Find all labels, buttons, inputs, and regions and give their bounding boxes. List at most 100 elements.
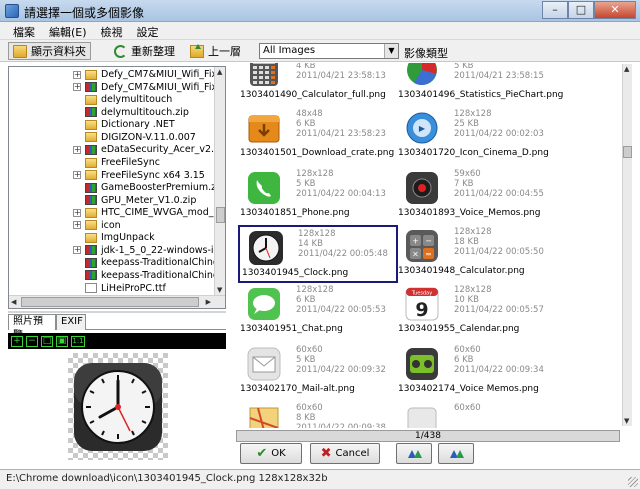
thumbnail-item[interactable]: 60x60 5 KB 2011/04/22 00:09:32 1303402170_M… (238, 343, 398, 401)
thumbnail-item[interactable]: 48x485 KB2011/04/21 23:58:151303401496_S… (396, 63, 563, 107)
zoom-out-icon[interactable]: − (26, 335, 38, 347)
show-folders-button[interactable]: 顯示資料夾 (8, 42, 91, 60)
tree-item[interactable]: ImgUnpack (9, 231, 215, 244)
thumbnail-item[interactable]: 60x60 8 KB 2011/04/22 00:09:38 (238, 401, 398, 428)
thumbnail-item[interactable]: Tuesday 9 128x128 10 KB 2011/04/22 00:05:57 1… (396, 283, 556, 341)
thumbnail-file-size: 4 KB (296, 63, 316, 71)
ok-button[interactable]: ✔ OK (240, 443, 302, 464)
expand-plus-icon[interactable]: + (73, 208, 81, 217)
tree-item[interactable]: keepass-TraditionalChinese-1 (9, 256, 225, 269)
expand-plus-icon[interactable]: + (73, 145, 81, 154)
prev-image-button[interactable] (396, 443, 432, 464)
expand-plus-icon[interactable]: + (73, 246, 81, 255)
minimize-button[interactable]: – (542, 1, 568, 19)
tree-horizontal-thumb[interactable] (21, 297, 199, 307)
thumbnail-item[interactable]: + − × = 128x128 18 KB 2011/04/22 00:05:50 13034… (396, 225, 556, 283)
menu-view[interactable]: 檢視 (94, 22, 130, 39)
scroll-up-arrow-icon[interactable]: ▲ (217, 68, 222, 76)
scroll-left-arrow-icon[interactable]: ◀ (11, 298, 16, 306)
scroll-down-arrow-icon[interactable]: ▼ (217, 286, 222, 294)
up-level-button[interactable]: 上一層 (186, 42, 245, 60)
app-icon (5, 4, 19, 18)
file-icon (85, 283, 97, 294)
thumbnail-item[interactable]: 48x48 6 KB 2011/04/21 23:58:23 1303401501_D… (238, 107, 398, 165)
tree-item[interactable]: GPU_Meter_V1.0.zip (9, 194, 215, 207)
calculator-icon: + − × = (402, 228, 442, 264)
tree-vertical-scrollbar[interactable]: ▲ ▼ (214, 67, 225, 295)
zoom-in-icon[interactable]: + (11, 335, 23, 347)
menu-file[interactable]: 檔案 (6, 22, 42, 39)
thumbnail-dimensions: 60x60 (454, 345, 481, 355)
resize-grip-icon[interactable] (628, 477, 638, 487)
thumbnail-item[interactable]: 60x60 6 KB 2011/04/22 00:09:34 1303402174_V… (396, 343, 556, 401)
tab-exif[interactable]: EXIF (56, 314, 86, 330)
tree-horizontal-scrollbar[interactable]: ◀ ▶ (9, 295, 225, 308)
thumbnail-item[interactable]: 59x60 7 KB 2011/04/22 00:04:55 1303401893_V… (396, 167, 556, 225)
fit-image-icon[interactable]: ▣ (56, 335, 68, 347)
tree-item[interactable]: DIGIZON-V.11.0.007 (9, 131, 215, 144)
thumbnail-item[interactable]: 128x128 5 KB 2011/04/22 00:04:13 1303401851… (238, 167, 398, 225)
tree-item-label: LiHeiProPC.ttf (101, 282, 166, 294)
tree-item[interactable]: LiHeiProPC.ttf (9, 281, 215, 294)
tree-item[interactable]: + HTC_CIME_WVGA_mod_v3-2 (9, 206, 225, 219)
thumbnail-item[interactable]: 48x484 KB2011/04/21 23:58:131303401490_C… (238, 63, 398, 107)
tree-item[interactable]: FreeFileSync (9, 156, 215, 169)
expand-plus-icon[interactable]: + (73, 171, 81, 180)
tree-item-label: icon (101, 219, 121, 231)
gallery-scroll-down-icon[interactable]: ▼ (624, 417, 629, 425)
thumbnail-item[interactable]: ▶ 128x128 25 KB 2011/04/22 00:02:03 13034017… (396, 107, 556, 165)
thumbnail-gallery[interactable]: 48x48 4 KB2011/04/21 23:58:13 1303401490_C… (236, 63, 632, 428)
expand-plus-icon[interactable]: + (73, 70, 81, 79)
tree-item[interactable]: + Defy_CM7&MIUI_Wifi_Fix (9, 68, 217, 81)
tree-item[interactable]: delymultitouch (9, 93, 215, 106)
svg-text:=: = (425, 250, 432, 259)
image-type-select[interactable]: All Images ▼ (259, 43, 399, 59)
maximize-button[interactable]: □ (568, 1, 594, 19)
tree-item[interactable]: GameBoosterPremium.zip (9, 181, 225, 194)
tree-item-label: jdk-1_5_0_22-windows-i586-p (101, 244, 225, 256)
cancel-button[interactable]: ✖ Cancel (310, 443, 380, 464)
folder-icon (13, 44, 27, 58)
expand-plus-icon[interactable]: + (73, 83, 81, 92)
chevron-down-icon[interactable]: ▼ (384, 44, 398, 58)
thumbnail-item[interactable]: 128x128 6 KB 2011/04/22 00:05:53 1303401951… (238, 283, 398, 341)
tree-item[interactable]: + eDataSecurity_Acer_v2.8_436 (9, 143, 225, 156)
svg-text:9: 9 (415, 299, 428, 321)
archive-icon (85, 107, 97, 118)
thumbnail-item[interactable]: 60x60 (396, 401, 556, 428)
menu-bar: 檔案 編輯(E) 檢視 設定 (0, 22, 640, 40)
dialog-buttons: ✔ OK ✖ Cancel (236, 443, 632, 465)
tab-photo-preview[interactable]: 照片預覽 (8, 314, 56, 341)
close-button[interactable]: ✕ (594, 1, 636, 19)
tree-item[interactable]: Dictionary .NET (9, 118, 215, 131)
tree-item[interactable]: + FreeFileSync x64 3.15 (9, 168, 215, 181)
expand-plus-icon[interactable]: + (73, 221, 81, 230)
refresh-button[interactable]: 重新整理 (110, 42, 179, 60)
thumbnail-dimensions: 60x60 (454, 403, 481, 413)
tree-item[interactable]: + icon (9, 219, 215, 232)
tree-item[interactable]: delymultitouch.zip (9, 106, 215, 119)
tree-item-label: GPU_Meter_V1.0.zip (101, 194, 197, 206)
tree-item-label: GameBoosterPremium.zip (101, 182, 225, 194)
fit-window-icon[interactable]: □ (41, 335, 53, 347)
gallery-scroll-thumb[interactable] (623, 146, 632, 158)
thumbnail-file-size: 6 KB (296, 295, 316, 305)
folder-tree[interactable]: + Defy_CM7&MIUI_Wifi_Fix + Defy_CM7&MIUI_Wi… (8, 66, 226, 309)
menu-settings[interactable]: 設定 (130, 22, 166, 39)
thumbnail-item[interactable]: 128x128 14 KB 2011/04/22 00:05:48 130340194… (238, 225, 398, 283)
tree-item[interactable]: + Defy_CM7&MIUI_Wifi_Fix.zip (9, 81, 225, 94)
scroll-right-arrow-icon[interactable]: ▶ (206, 298, 211, 306)
svg-text:Tuesday: Tuesday (411, 291, 432, 297)
thumbnail-dimensions: 59x60 (454, 169, 481, 179)
svg-text:+: + (412, 237, 419, 246)
status-bar: E:\Chrome download\icon\1303401945_Clock… (0, 469, 640, 489)
actual-size-icon[interactable]: 1:1 (71, 335, 85, 347)
gallery-vertical-scrollbar[interactable]: ▲ ▼ (622, 64, 632, 426)
next-image-button[interactable] (438, 443, 474, 464)
pane-splitter[interactable] (8, 311, 226, 313)
tree-item[interactable]: keepass-TraditionalChinese-1 (9, 269, 225, 282)
tree-item[interactable]: + jdk-1_5_0_22-windows-i586-p (9, 244, 225, 257)
gallery-scroll-up-icon[interactable]: ▲ (624, 65, 629, 73)
tree-vertical-thumb[interactable] (216, 207, 225, 223)
menu-edit[interactable]: 編輯(E) (42, 22, 94, 39)
